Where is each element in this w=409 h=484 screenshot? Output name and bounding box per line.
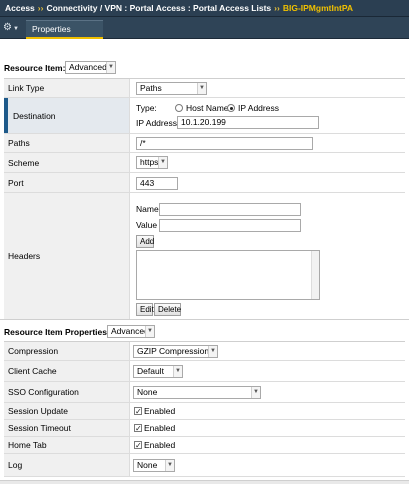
home-tab-text: Enabled (144, 440, 176, 450)
chevron-down-icon: ▼ (106, 62, 115, 73)
active-tab-indicator (26, 37, 103, 39)
session-update-checkbox[interactable]: ✓ (134, 407, 142, 416)
session-timeout-checkbox[interactable]: ✓ (134, 424, 142, 433)
link-type-label: Link Type (4, 79, 130, 97)
compression-value: GZIP Compression (137, 346, 210, 356)
resource-item-properties-heading: Resource Item Properties: (4, 327, 110, 337)
log-label: Log (4, 454, 130, 476)
chevron-down-icon: ▼ (158, 157, 167, 168)
chevron-down-icon: ▼ (251, 387, 260, 398)
row-paths: Paths /* (4, 134, 405, 153)
log-value: None (137, 460, 158, 470)
row-compression: Compression GZIP Compression ▼ (4, 342, 405, 361)
link-type-value: Paths (140, 83, 162, 93)
breadcrumb: Access ›› Connectivity / VPN : Portal Acce… (0, 0, 409, 17)
ip-address-input[interactable]: 10.1.20.199 (177, 116, 319, 129)
radio-ip-address[interactable] (227, 104, 235, 112)
port-input[interactable]: 443 (136, 177, 178, 190)
row-log: Log None ▼ (4, 454, 405, 477)
home-tab-label: Home Tab (4, 437, 130, 453)
resource-item-properties-header: Resource Item Properties: Advanced ▼ (0, 322, 409, 340)
headers-list[interactable] (136, 250, 320, 300)
tab-bar: ⚙▼ Properties (0, 17, 409, 39)
client-cache-select[interactable]: Default ▼ (133, 365, 183, 378)
scheme-select[interactable]: https ▼ (136, 156, 168, 169)
resource-item-mode-select[interactable]: Advanced ▼ (65, 61, 116, 74)
chevron-down-icon: ▼ (197, 83, 206, 94)
session-update-label: Session Update (4, 403, 130, 419)
home-tab-checkbox[interactable]: ✓ (134, 441, 142, 450)
breadcrumb-separator: ›› (37, 3, 44, 13)
session-update-text: Enabled (144, 406, 176, 416)
sso-configuration-label: SSO Configuration (4, 382, 130, 402)
header-value-label: Value (136, 220, 158, 230)
resource-item-table: Link Type Paths ▼ Destination Type: Host… (4, 78, 405, 320)
client-cache-label: Client Cache (4, 361, 130, 381)
compression-label: Compression (4, 342, 130, 360)
sso-configuration-value: None (137, 387, 158, 397)
log-select[interactable]: None ▼ (133, 459, 175, 472)
radio-host-name[interactable] (175, 104, 183, 112)
headers-label: Headers (4, 193, 130, 319)
destination-type-label: Type: (136, 103, 157, 113)
add-header-button[interactable]: Add (136, 235, 154, 248)
sso-configuration-select[interactable]: None ▼ (133, 386, 261, 399)
row-sso-configuration: SSO Configuration None ▼ (4, 382, 405, 403)
destination-label: Destination (4, 98, 130, 133)
paths-label: Paths (4, 134, 130, 152)
session-timeout-label: Session Timeout (4, 420, 130, 436)
chevron-down-icon: ▼ (165, 460, 174, 471)
link-type-select[interactable]: Paths ▼ (136, 82, 207, 95)
resource-item-properties-mode-select[interactable]: Advanced ▼ (107, 325, 155, 338)
resource-item-header: Resource Item: Advanced ▼ (0, 58, 409, 76)
headers-list-scrollbar[interactable] (311, 251, 319, 299)
row-headers: Headers Name Value Add Edit Delete (4, 193, 405, 320)
row-session-update: Session Update ✓ Enabled (4, 403, 405, 420)
row-session-timeout: Session Timeout ✓ Enabled (4, 420, 405, 437)
radio-host-name-label: Host Name (186, 103, 229, 113)
row-scheme: Scheme https ▼ (4, 153, 405, 173)
breadcrumb-current: BIG-IPMgmtIntPA (282, 3, 354, 13)
row-client-cache: Client Cache Default ▼ (4, 361, 405, 382)
header-value-input[interactable] (159, 219, 301, 232)
chevron-down-icon: ▼ (12, 26, 19, 32)
resource-item-heading: Resource Item: (4, 63, 66, 73)
gear-menu-button[interactable]: ⚙▼ (3, 21, 23, 35)
edit-header-button[interactable]: Edit (136, 303, 154, 316)
section-divider (0, 319, 409, 320)
row-link-type: Link Type Paths ▼ (4, 79, 405, 98)
scheme-label: Scheme (4, 153, 130, 172)
paths-input[interactable]: /* (136, 137, 313, 150)
header-name-label: Name (136, 204, 159, 214)
page-bottom-border (0, 480, 409, 484)
client-cache-value: Default (137, 366, 164, 376)
row-destination: Destination Type: Host Name IP Address I… (4, 98, 405, 134)
breadcrumb-separator: ›› (274, 3, 280, 13)
compression-select[interactable]: GZIP Compression ▼ (133, 345, 218, 358)
tab-properties-label: Properties (32, 24, 71, 34)
port-label: Port (4, 173, 130, 192)
scheme-value: https (140, 157, 159, 167)
row-home-tab: Home Tab ✓ Enabled (4, 437, 405, 454)
breadcrumb-item-access[interactable]: Access (5, 3, 35, 13)
row-port: Port 443 (4, 173, 405, 193)
gear-icon: ⚙ (3, 22, 12, 33)
chevron-down-icon: ▼ (208, 346, 217, 357)
resource-item-mode-value: Advanced (69, 62, 107, 72)
resource-item-properties-table: Compression GZIP Compression ▼ Client Ca… (4, 341, 405, 478)
chevron-down-icon: ▼ (173, 366, 182, 377)
resource-item-properties-mode-value: Advanced (111, 326, 149, 336)
radio-ip-address-label: IP Address (238, 103, 279, 113)
chevron-down-icon: ▼ (145, 326, 154, 337)
breadcrumb-item-portal-access-lists[interactable]: Connectivity / VPN : Portal Access : Por… (46, 3, 271, 13)
ip-address-label: IP Address (136, 118, 177, 128)
session-timeout-text: Enabled (144, 423, 176, 433)
header-name-input[interactable] (159, 203, 301, 216)
delete-header-button[interactable]: Delete (154, 303, 181, 316)
tab-properties[interactable]: Properties (26, 20, 103, 39)
